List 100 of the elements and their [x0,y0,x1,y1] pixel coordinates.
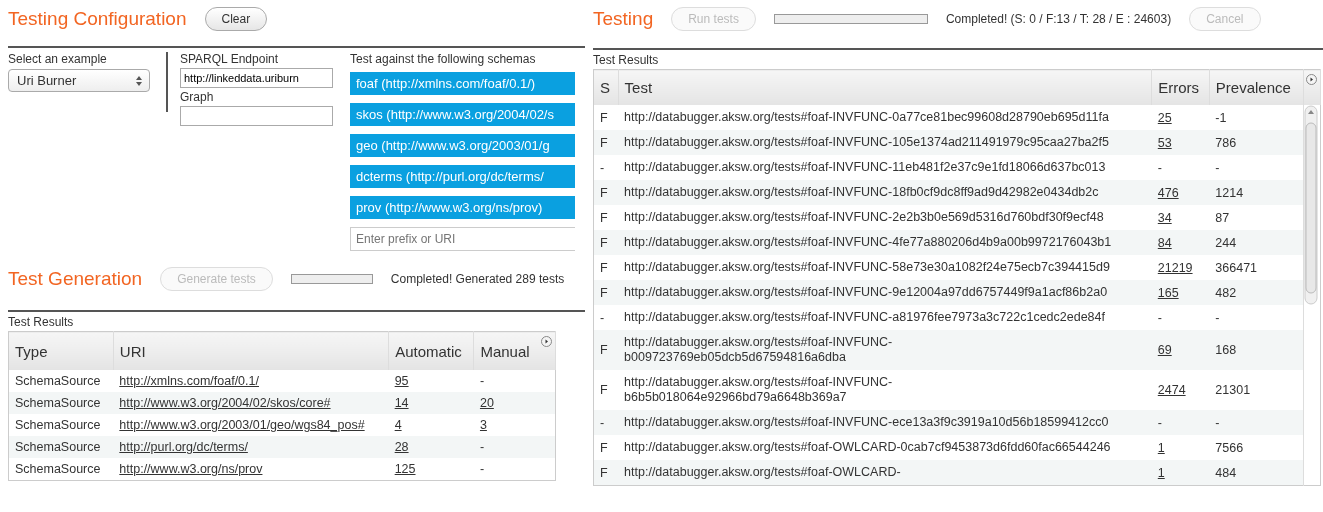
count-text: - [479,462,485,476]
test-cell: http://databugger.aksw.org/tests#foaf-OWLCARD-0cab7cf9453873d6fdd60fac66544246 [618,435,1152,460]
table-cell: F [593,435,619,460]
column-header[interactable]: Prevalence [1209,69,1304,105]
status-text: Completed! Generated 289 tests [390,272,565,286]
table-cell: - [593,155,619,180]
test-cell: http://databugger.aksw.org/tests#foaf-INVFUNC-ece13a3f9c3919a10d56b18599412cc0 [618,410,1152,435]
table-cell: F [593,460,619,486]
test-cell: http://databugger.aksw.org/tests#foaf-INVFUNC-0a77ce81bec99608d28790eb695d11fa [618,105,1152,130]
prefix-field[interactable]: Enter prefix or URI [350,227,575,251]
table-cell: F [593,330,619,370]
test-cell: http://databugger.aksw.org/tests#foaf-INVFUNC- b6b5b018064e92966bd79a6648b369a7 [618,370,1152,410]
count-text: - [1157,310,1162,325]
section-title: Test Generation [8,268,143,290]
table-cell: SchemaSource [8,458,114,481]
count-link[interactable]: 25 [1157,110,1172,125]
table-cell: 168 [1209,330,1304,370]
count-link[interactable]: 1 [1157,440,1165,455]
table-cell: F [593,205,619,230]
table-cell: -1 [1209,105,1304,130]
table-cell: 87 [1209,205,1304,230]
column-header[interactable]: Type [8,331,114,370]
column-header[interactable]: Automatic [388,331,474,370]
results-label: Test Results [593,53,660,67]
arrow-right-icon[interactable] [1306,74,1317,85]
count-link[interactable]: 14 [394,396,409,410]
test-cell: http://databugger.aksw.org/tests#foaf-INVFUNC- b009723769eb05dcb5d67594816a6dba [618,330,1152,370]
section-title: Testing Configuration [8,8,187,30]
count-link[interactable]: 1 [1157,465,1165,480]
count-link[interactable]: 4 [394,418,402,432]
graph-field[interactable] [180,106,333,126]
table-cell: F [593,370,619,410]
count-link[interactable]: 476 [1157,185,1179,200]
clear-button[interactable]: Clear [204,7,268,31]
test-cell: http://databugger.aksw.org/tests#foaf-INVFUNC-18fb0cf9dc8ff9ad9d42982e0434db2c [618,180,1152,205]
table-cell: F [593,130,619,155]
count-link[interactable]: 21219 [1157,260,1193,275]
results-label: Test Results [8,315,75,329]
example-select[interactable]: Uri Burner [8,69,150,92]
count-text: - [1157,160,1162,175]
table-cell: - [593,410,619,435]
table-cell: - [593,305,619,330]
table-cell: SchemaSource [8,436,114,458]
table-cell: F [593,105,619,130]
test-cell: http://databugger.aksw.org/tests#foaf-INVFUNC-9e12004a97dd6757449f9a1acf86b2a0 [618,280,1152,305]
table-cell: F [593,230,619,255]
section-title: Testing [593,8,654,30]
table-cell: - [1209,305,1304,330]
table-cell: 366471 [1209,255,1304,280]
table-cell: 21301 [1209,370,1304,410]
uri-link[interactable]: http://xmlns.com/foaf/0.1/ [119,374,259,388]
table-cell: F [593,255,619,280]
test-cell: http://databugger.aksw.org/tests#foaf-INVFUNC-4fe77a880206d4b9a00b9972176043b1 [618,230,1152,255]
arrow-right-icon[interactable] [541,336,552,347]
uri-link[interactable]: http://purl.org/dc/terms/ [119,440,248,454]
count-link[interactable]: 3 [479,418,487,432]
test-cell: http://databugger.aksw.org/tests#foaf-INVFUNC-105e1374ad211491979c95caa27ba2f5 [618,130,1152,155]
test-cell: http://databugger.aksw.org/tests#foaf-INVFUNC-11eb481f2e37c9e1fd18066d637bc013 [618,155,1152,180]
count-link[interactable]: 53 [1157,135,1172,150]
scrollbar[interactable] [1304,105,1318,305]
test-cell: http://databugger.aksw.org/tests#foaf-INVFUNC-2e2b3b0e569d5316d760bdf30f9ecf48 [618,205,1152,230]
spinner-icon [135,74,143,87]
uri-link[interactable]: http://www.w3.org/ns/prov [119,462,263,476]
column-header[interactable]: URI [113,331,389,370]
count-link[interactable]: 28 [394,440,409,454]
field-label: Select an example [8,52,108,66]
table-cell: 482 [1209,280,1304,305]
count-link[interactable]: 125 [394,462,416,476]
count-link[interactable]: 69 [1157,343,1172,357]
table-cell: F [593,180,619,205]
count-link[interactable]: 165 [1157,285,1179,300]
count-link[interactable]: 34 [1157,210,1172,225]
count-link[interactable]: 2474 [1157,383,1186,397]
table-cell: 7566 [1209,435,1304,460]
uri-link[interactable]: http://www.w3.org/2003/01/geo/wgs84_pos# [119,418,365,432]
table-cell: 484 [1209,460,1304,486]
column-header[interactable]: Errors [1151,69,1210,105]
column-header[interactable]: Test [618,69,1152,105]
test-cell: http://databugger.aksw.org/tests#foaf-OWLCARD- [618,460,1152,486]
count-link[interactable]: 20 [479,396,494,410]
table-cell: - [1209,410,1304,435]
count-text: - [1157,415,1162,430]
count-link[interactable]: 84 [1157,235,1172,250]
table-cell: F [593,280,619,305]
uri-link[interactable]: http://www.w3.org/2004/02/skos/core# [119,396,331,410]
status-text: Completed! (S: 0 / F:13 / T: 28 / E : 24603) [945,12,1172,26]
count-text: - [479,440,485,454]
test-cell: http://databugger.aksw.org/tests#foaf-INVFUNC-a81976fee7973a3c722c1cedc2ede84f [618,305,1152,330]
table-cell: 786 [1209,130,1304,155]
field-label: Graph [180,90,215,104]
table-cell: 1214 [1209,180,1304,205]
table-cell: - [1209,155,1304,180]
table-cell: 244 [1209,230,1304,255]
count-text: - [479,374,485,388]
table-cell: SchemaSource [8,392,114,414]
count-link[interactable]: 95 [394,374,409,388]
column-header[interactable]: S [593,69,619,105]
column-header[interactable]: Manual [473,331,556,370]
field-label: SPARQL Endpoint [180,52,280,66]
endpoint-field[interactable]: http://linkeddata.uriburn [180,68,333,88]
